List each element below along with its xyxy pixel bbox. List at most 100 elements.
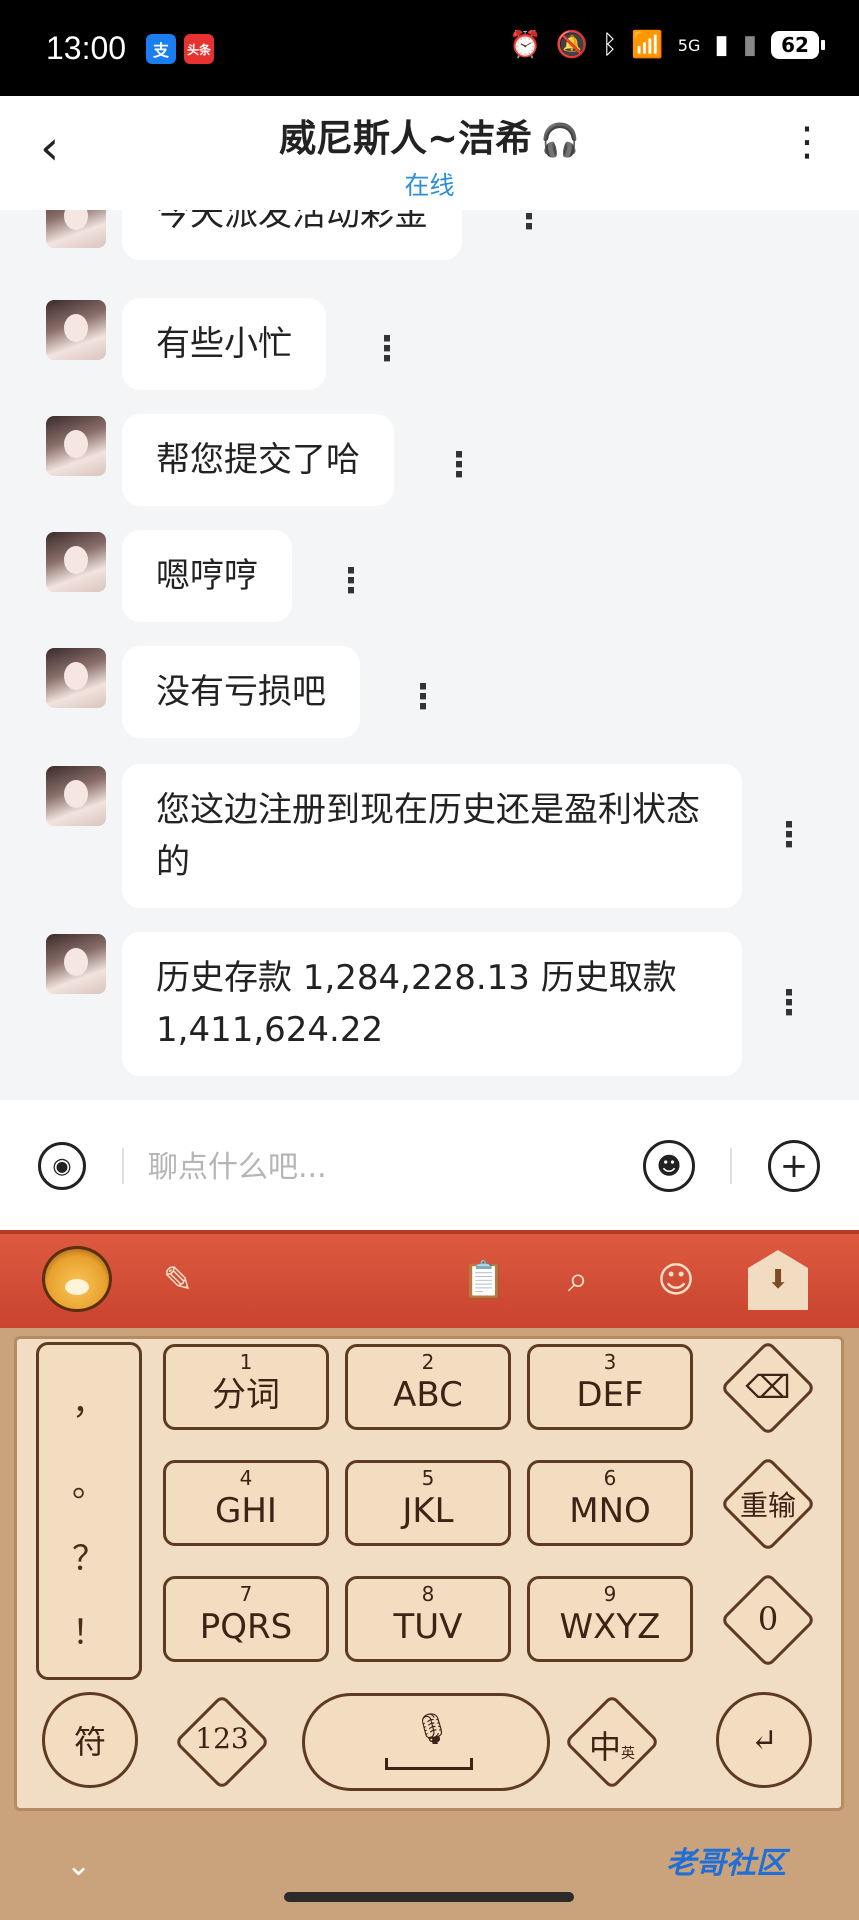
message-input-bar: ◉ ☻ +	[0, 1100, 859, 1230]
message-bubble[interactable]: 历史存款 1,284,228.13 历史取款 1,411,624.22	[122, 932, 742, 1076]
toutiao-app-icon: 头条	[184, 34, 214, 64]
message-more-icon[interactable]: ⋮	[334, 564, 368, 598]
avatar[interactable]	[46, 416, 106, 476]
key-number: 2	[421, 1350, 435, 1374]
handwriting-pen-icon[interactable]: ✎	[152, 1254, 204, 1306]
hide-keyboard-icon[interactable]: ⬇	[748, 1250, 808, 1310]
bluetooth-icon: ᛒ	[601, 30, 618, 60]
key-number: 1	[239, 1350, 253, 1374]
key-5[interactable]: 5 JKL	[345, 1460, 511, 1546]
key-9[interactable]: 9 WXYZ	[527, 1576, 693, 1662]
online-status: 在线	[404, 171, 455, 200]
avatar[interactable]	[46, 766, 106, 826]
avatar[interactable]	[46, 532, 106, 592]
key-number: 4	[239, 1466, 253, 1490]
message-bubble[interactable]: 今天派发活动彩金	[122, 210, 462, 260]
reenter-key[interactable]: 重输	[719, 1455, 817, 1553]
key-label: 分词	[212, 1375, 280, 1415]
chat-message-list[interactable]: 今天派发活动彩金 ⋮ 有些小忙 ⋮ 帮您提交了哈 ⋮ 嗯哼哼 ⋮ 没有亏损吧 ⋮…	[0, 210, 859, 1100]
home-indicator[interactable]	[284, 1892, 574, 1902]
avatar[interactable]	[46, 648, 106, 708]
zero-key[interactable]: 0	[719, 1571, 817, 1669]
punctuation-column[interactable]: ， 。 ？ ！	[36, 1342, 142, 1680]
signal-2-icon: ▮	[742, 30, 757, 60]
message-bubble[interactable]: 没有亏损吧	[122, 646, 360, 738]
key-1[interactable]: 1 分词	[163, 1344, 329, 1430]
avatar[interactable]	[46, 300, 106, 360]
key-number: 8	[421, 1582, 435, 1606]
emoji-keyboard-icon[interactable]: ☺	[650, 1254, 702, 1306]
lang-sub: 英	[621, 1746, 635, 1762]
message-more-icon[interactable]: ⋮	[772, 818, 806, 852]
message-more-icon[interactable]: ⋮	[772, 986, 806, 1020]
keyboard-toolbar: ✎ 📋 ⌕ ☺ ⬇	[0, 1230, 859, 1328]
microphone-icon: 🎙	[413, 1712, 452, 1747]
key-7[interactable]: 7 PQRS	[163, 1576, 329, 1662]
key-label: 0	[757, 1600, 779, 1638]
divider	[122, 1148, 124, 1184]
key-4[interactable]: 4 GHI	[163, 1460, 329, 1546]
clipboard-icon[interactable]: 📋	[458, 1254, 510, 1306]
space-bar-icon	[385, 1758, 473, 1770]
message-more-icon[interactable]: ⋮	[406, 680, 440, 714]
symbol-key[interactable]: 符	[42, 1692, 138, 1788]
keyboard: ， 。 ？ ！ 1 分词 2 ABC 3 DEF 4 GHI 5 JKL 6 M…	[0, 1328, 859, 1920]
key-number: 9	[603, 1582, 617, 1606]
delete-key[interactable]: ⌫	[719, 1339, 817, 1437]
language-switch-key[interactable]: 中英	[563, 1693, 661, 1791]
key-label: 中英	[564, 1722, 660, 1768]
key-3[interactable]: 3 DEF	[527, 1344, 693, 1430]
key-label: MNO	[569, 1491, 651, 1531]
keyboard-mascot-icon[interactable]	[42, 1246, 112, 1312]
mute-icon: 🔕	[555, 30, 588, 60]
divider	[730, 1148, 732, 1184]
network-label: 5G	[677, 35, 701, 55]
key-label: PQRS	[199, 1607, 293, 1647]
key-label: DEF	[576, 1375, 644, 1415]
space-key[interactable]: 🎙	[302, 1693, 550, 1791]
message-more-icon[interactable]: ⋮	[512, 210, 546, 234]
key-label: 123	[195, 1722, 249, 1755]
alipay-app-icon: 支	[146, 34, 176, 64]
message-bubble[interactable]: 嗯哼哼	[122, 530, 292, 622]
search-icon[interactable]: ⌕	[552, 1254, 604, 1306]
message-bubble[interactable]: 有些小忙	[122, 298, 326, 390]
punct-key[interactable]: ，	[39, 1375, 139, 1424]
enter-key[interactable]: ↵	[716, 1692, 812, 1788]
chat-title: 威尼斯人~洁希 🎧	[0, 108, 859, 162]
status-icons: ⏰ 🔕 ᛒ 📶 5G ▮ ▮ 62	[509, 30, 825, 60]
punct-key[interactable]: ！	[39, 1605, 139, 1654]
add-attachment-icon[interactable]: +	[768, 1140, 820, 1192]
status-bar: 13:00 支 头条 ⏰ 🔕 ᛒ 📶 5G ▮ ▮ 62	[0, 0, 859, 96]
key-label: 重输	[739, 1489, 796, 1522]
message-more-icon[interactable]: ⋮	[370, 332, 404, 366]
message-bubble[interactable]: 帮您提交了哈	[122, 414, 394, 506]
avatar[interactable]	[46, 934, 106, 994]
emoji-icon[interactable]: ☻	[643, 1140, 695, 1192]
delete-icon: ⌫	[745, 1368, 791, 1406]
more-vertical-icon[interactable]: ⋮	[787, 122, 827, 162]
battery-icon: 62	[771, 31, 825, 59]
key-2[interactable]: 2 ABC	[345, 1344, 511, 1430]
key-label: JKL	[402, 1491, 454, 1531]
voice-input-icon[interactable]: ◉	[38, 1142, 86, 1190]
message-bubble[interactable]: 您这边注册到现在历史还是盈利状态的	[122, 764, 742, 908]
key-number: 7	[239, 1582, 253, 1606]
numbers-key[interactable]: 123	[173, 1693, 271, 1791]
key-6[interactable]: 6 MNO	[527, 1460, 693, 1546]
key-8[interactable]: 8 TUV	[345, 1576, 511, 1662]
headset-icon: 🎧	[540, 121, 580, 159]
message-more-icon[interactable]: ⋮	[442, 448, 476, 482]
punct-key[interactable]: ？	[39, 1531, 139, 1580]
punct-key[interactable]: 。	[39, 1457, 139, 1506]
chevron-down-icon[interactable]: ⌄	[66, 1848, 91, 1883]
chat-header: ‹ 威尼斯人~洁希 🎧 在线 ⋮	[0, 96, 859, 210]
key-number: 5	[421, 1466, 435, 1490]
key-label: ABC	[393, 1375, 463, 1415]
avatar[interactable]	[46, 210, 106, 248]
message-input[interactable]	[146, 1140, 630, 1194]
key-number: 6	[603, 1466, 617, 1490]
status-time: 13:00	[46, 30, 127, 66]
key-label: GHI	[215, 1491, 277, 1531]
contact-name: 威尼斯人~洁希	[279, 117, 533, 160]
